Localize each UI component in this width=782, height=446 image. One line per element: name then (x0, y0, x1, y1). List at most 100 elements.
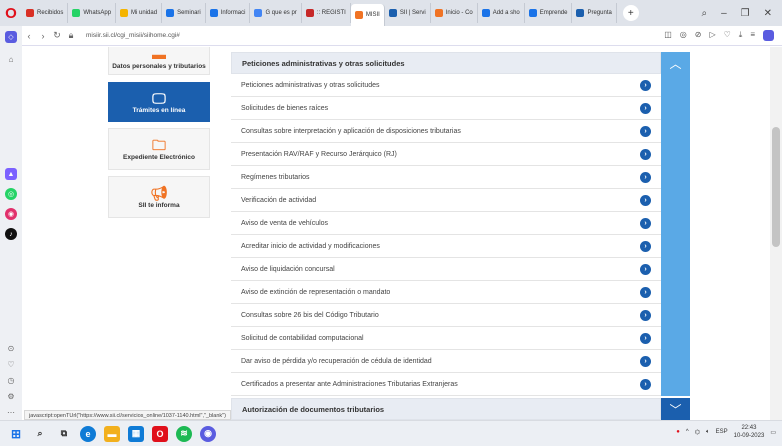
tab-label: SII | Servi (399, 10, 426, 16)
browser-tab[interactable]: Mi unidad (116, 3, 163, 23)
panel-item[interactable]: Consultas sobre 26 bis del Código Tribut… (231, 304, 661, 327)
tile-expediente-electronico[interactable]: 🗀︎ Expediente Electrónico (108, 128, 210, 170)
browser-tab[interactable]: Recibidos (22, 3, 69, 23)
panel-item[interactable]: Aviso de liquidación concursal › (231, 258, 661, 281)
panel-item-label: Consultas sobre 26 bis del Código Tribut… (241, 311, 379, 319)
browser-tab[interactable]: Emprende (525, 3, 573, 23)
panel-item[interactable]: Regímenes tributarios › (231, 166, 661, 189)
opera-logo-icon[interactable]: O (0, 0, 22, 26)
instagram-icon[interactable]: ◉ (5, 208, 17, 220)
opera-taskbar-icon[interactable]: O (152, 425, 168, 442)
browser-tab[interactable]: WhatsApp (68, 3, 117, 23)
tiktok-icon[interactable]: ♪ (5, 228, 17, 240)
browser-tab[interactable]: G que es pr (250, 3, 302, 23)
settings-icon[interactable]: ⚙ (5, 390, 17, 402)
browser-tab[interactable]: Informaci (206, 3, 251, 23)
chevron-right-icon[interactable]: › (640, 148, 651, 160)
sidebar-app-icon[interactable]: ▲ (5, 168, 17, 180)
more-icon[interactable]: ⋯ (5, 406, 17, 418)
volume-icon[interactable]: 🔈︎ (706, 429, 710, 436)
chevron-right-icon[interactable]: › (640, 102, 651, 114)
chevron-right-icon[interactable]: › (640, 309, 651, 321)
chevron-right-icon[interactable]: › (640, 355, 651, 367)
camera-icon[interactable]: ◫ (664, 30, 672, 41)
panel2-title[interactable]: Autorización de documentos tributarios (231, 398, 661, 420)
browser-tab[interactable]: Seminari (162, 3, 206, 23)
folder-icon: 🗀︎ (152, 136, 166, 153)
panel-item[interactable]: Presentación RAV/RAF y Recurso Jerárquic… (231, 143, 661, 166)
page-scrollbar[interactable] (770, 47, 782, 420)
chevron-right-icon[interactable]: › (640, 286, 651, 298)
collapse-button[interactable]: ︿ (661, 52, 690, 74)
task-view-icon[interactable]: ⧉ (56, 426, 72, 442)
reload-icon[interactable]: ↻ (50, 30, 64, 41)
favorites-icon[interactable]: ♡ (5, 358, 17, 370)
history-icon[interactable]: ◷ (5, 374, 17, 386)
restore-icon[interactable]: ❐ (741, 8, 750, 19)
opera-gx-icon[interactable]: ◉ (200, 425, 216, 442)
panel-item[interactable]: Solicitudes de bienes raíces › (231, 97, 661, 120)
file-explorer-icon[interactable]: ▬ (104, 425, 120, 442)
forward-icon[interactable]: › (36, 31, 50, 41)
home-icon[interactable]: ⌂ (5, 53, 17, 65)
network-icon[interactable]: ⌬ (695, 429, 700, 436)
expand-button[interactable]: ﹀ (661, 398, 690, 420)
player-icon[interactable]: ⊙ (5, 342, 17, 354)
tray-chevron-icon[interactable]: ^ (686, 429, 689, 435)
chevron-right-icon[interactable]: › (640, 217, 651, 229)
back-icon[interactable]: ‹ (22, 31, 36, 41)
browser-tab[interactable]: SII | Servi (385, 3, 431, 23)
browser-tab[interactable]: :: REGISTI (302, 3, 351, 23)
url-field[interactable]: misiir.sii.cl/cgi_misii/siihome.cgi# (86, 32, 664, 39)
chevron-right-icon[interactable]: › (640, 125, 651, 137)
panel-item[interactable]: Dar aviso de pérdida y/o recuperación de… (231, 350, 661, 373)
store-icon[interactable]: ▦ (128, 425, 144, 442)
panel-item[interactable]: Aviso de extinción de representación o m… (231, 281, 661, 304)
chevron-right-icon[interactable]: › (640, 378, 651, 390)
panel-item[interactable]: Peticiones administrativas y otras solic… (231, 74, 661, 97)
peticiones-panel: Peticiones administrativas y otras solic… (231, 52, 661, 396)
tile-datos-personales[interactable]: ▬ Datos personales y tributarios (108, 47, 210, 75)
panel-item[interactable]: Verificación de actividad › (231, 189, 661, 212)
panel-item[interactable]: Solicitud de contabilidad computacional › (231, 327, 661, 350)
new-tab-button[interactable]: + (622, 5, 639, 21)
play-icon[interactable]: ▷ (709, 30, 715, 41)
browser-tab[interactable]: Add a sho (478, 3, 525, 23)
panel-item[interactable]: Aviso de venta de vehículos › (231, 212, 661, 235)
tile-sii-te-informa[interactable]: 📢︎ SII te informa (108, 176, 210, 218)
browser-tab[interactable]: Pregunta (572, 3, 617, 23)
aria-icon[interactable]: ◇ (5, 31, 17, 43)
menu-icon[interactable]: ≡ (750, 30, 755, 41)
chevron-right-icon[interactable]: › (640, 332, 651, 344)
heart-icon[interactable]: ♡ (724, 30, 731, 41)
browser-tab[interactable]: MISII (350, 4, 385, 26)
minimize-icon[interactable]: – (721, 8, 727, 19)
block-icon[interactable]: ⊘ (695, 30, 702, 41)
language-indicator[interactable]: ESP (716, 429, 728, 435)
profile-icon[interactable] (763, 30, 774, 41)
panel-title[interactable]: Peticiones administrativas y otras solic… (231, 52, 661, 74)
clock[interactable]: 22:43 10-09-2023 (734, 424, 765, 440)
tile-tramites-en-linea[interactable]: 🖵︎ Trámites en línea (108, 82, 210, 122)
spotify-icon[interactable]: ≋ (176, 425, 192, 442)
search-icon[interactable]: ⌕ (32, 426, 48, 442)
snapshot-icon[interactable]: ◎ (680, 30, 687, 41)
panel-item[interactable]: Acreditar inicio de actividad y modifica… (231, 235, 661, 258)
panel-item[interactable]: Consultas sobre interpretación y aplicac… (231, 120, 661, 143)
chevron-right-icon[interactable]: › (640, 79, 651, 91)
windows-start-icon[interactable]: ⊞ (8, 426, 24, 442)
edge-icon[interactable]: e (80, 425, 96, 442)
chevron-right-icon[interactable]: › (640, 194, 651, 206)
chevron-right-icon[interactable]: › (640, 240, 651, 252)
chevron-right-icon[interactable]: › (640, 263, 651, 275)
whatsapp-icon[interactable]: ◎ (5, 188, 17, 200)
notification-badge-icon[interactable]: ● (676, 429, 680, 435)
browser-tab[interactable]: Inicio - Co (431, 3, 478, 23)
download-icon[interactable]: ⤓ (739, 30, 743, 41)
chevron-right-icon[interactable]: › (640, 171, 651, 183)
scroll-thumb[interactable] (772, 127, 780, 247)
search-tabs-icon[interactable]: ⌕ (701, 8, 707, 19)
notifications-icon[interactable]: ▭ (770, 429, 776, 436)
close-window-icon[interactable]: ✕ (764, 8, 772, 19)
panel-item[interactable]: Certificados a presentar ante Administra… (231, 373, 661, 396)
